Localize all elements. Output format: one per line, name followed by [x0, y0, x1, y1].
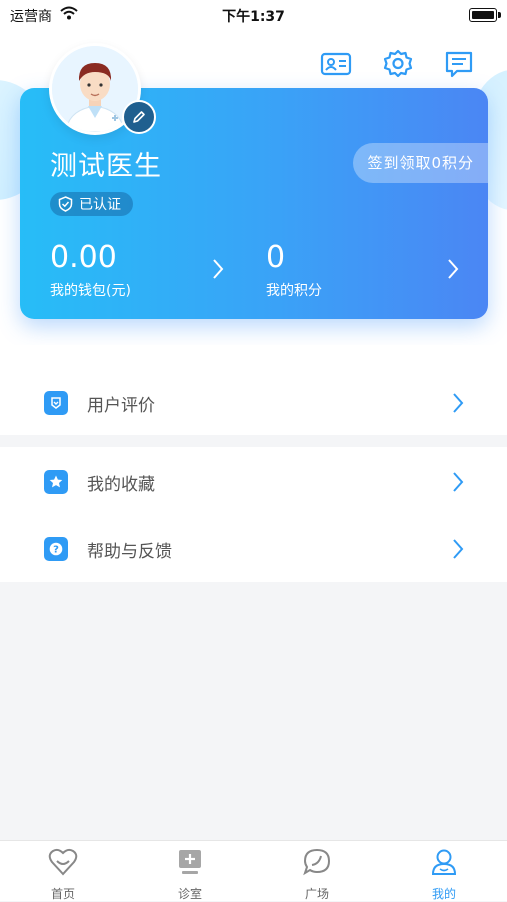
tab-label: 首页 [50, 887, 75, 901]
tab-bar: 首页 诊室 广场 我的 [0, 840, 507, 901]
person-icon [431, 849, 457, 875]
clock: 下午1:37 [222, 9, 285, 25]
menu-section: 我的收藏 ? 帮助与反馈 [0, 447, 507, 582]
chevron-right-icon [453, 539, 464, 559]
chat-bubble-icon [303, 848, 331, 876]
id-card-icon[interactable] [320, 48, 352, 80]
checkin-button[interactable]: 签到领取0积分 [353, 143, 488, 183]
edit-avatar-button[interactable] [122, 100, 156, 134]
profile-header-area: 运营商 下午1:37 测试医生 已认证 签到领取0积分 0.00 我的钱包(元)… [0, 0, 507, 345]
tab-label: 广场 [304, 887, 329, 901]
user-name: 测试医生 [50, 151, 162, 182]
verified-label: 已认证 [79, 197, 121, 213]
chevron-right-icon [453, 472, 464, 492]
tab-clinic[interactable]: 诊室 [127, 841, 253, 901]
chevron-right-icon [453, 393, 464, 413]
svg-text:?: ? [53, 545, 59, 556]
chevron-right-icon [448, 259, 459, 279]
wallet-value: 0.00 [50, 240, 117, 275]
home-smile-icon [48, 848, 78, 876]
shield-check-icon [58, 196, 73, 212]
chevron-right-icon [213, 259, 224, 279]
menu-item-label: 帮助与反馈 [87, 542, 172, 562]
clinic-icon [179, 850, 201, 874]
menu-section: 用户评价 [0, 345, 507, 435]
points-value: 0 [266, 240, 286, 275]
menu-item-label: 用户评价 [87, 396, 155, 416]
review-icon [44, 391, 68, 415]
menu-item-help-feedback[interactable]: ? 帮助与反馈 [0, 519, 507, 579]
menu-item-label: 我的收藏 [87, 475, 155, 495]
points-label: 我的积分 [266, 283, 322, 299]
pencil-icon [133, 111, 145, 123]
tab-label: 我的 [431, 887, 456, 901]
tab-mine[interactable]: 我的 [381, 841, 507, 901]
wallet-label: 我的钱包(元) [50, 283, 131, 299]
menu-item-user-reviews[interactable]: 用户评价 [0, 373, 507, 433]
tab-home[interactable]: 首页 [0, 841, 126, 901]
menu-item-favorites[interactable]: 我的收藏 [0, 452, 507, 512]
battery-icon [469, 8, 501, 22]
message-icon[interactable] [443, 48, 475, 80]
tab-square[interactable]: 广场 [254, 841, 380, 901]
verified-badge: 已认证 [50, 192, 133, 216]
star-icon [44, 470, 68, 494]
gear-icon[interactable] [382, 48, 414, 80]
tab-label: 诊室 [177, 887, 202, 901]
status-bar: 运营商 下午1:37 [0, 0, 507, 30]
help-icon: ? [44, 537, 68, 561]
